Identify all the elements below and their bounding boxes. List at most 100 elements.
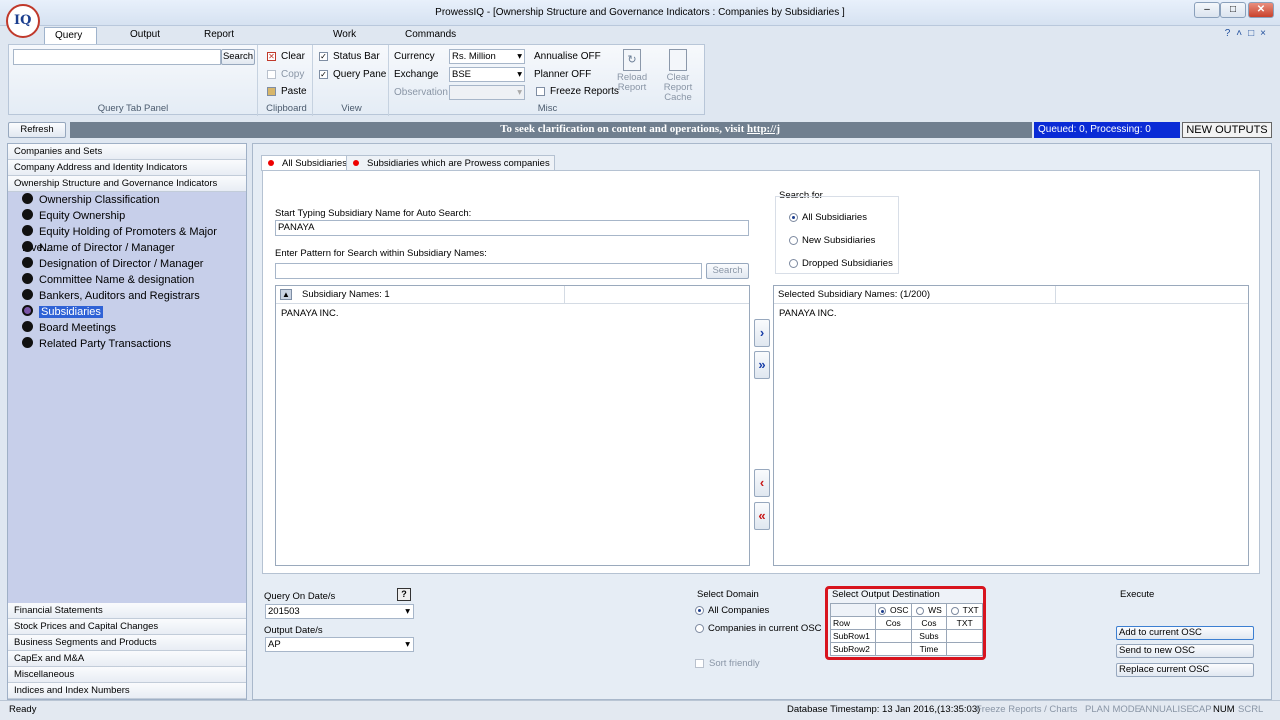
radio-all-companies[interactable]: All Companies — [695, 605, 769, 616]
radio-new-subsidiaries[interactable]: New Subsidiaries — [789, 235, 875, 246]
sort-friendly-checkbox[interactable]: Sort friendly — [695, 658, 760, 669]
replace-current-osc-button[interactable]: Replace current OSC — [1116, 663, 1254, 677]
sidebar-item-related-party[interactable]: Related Party Transactions — [22, 336, 171, 352]
sidebar-section-address[interactable]: Company Address and Identity Indicators — [8, 160, 246, 176]
mdi-controls[interactable]: ?˄□× — [1225, 28, 1272, 39]
sidebar-item-equity-ownership[interactable]: Equity Ownership — [22, 208, 125, 224]
paste-button[interactable]: Paste — [267, 86, 307, 97]
sidebar-section-ownership[interactable]: Ownership Structure and Governance Indic… — [8, 176, 246, 192]
reload-report-button[interactable]: ↻ Reload Report — [617, 49, 647, 93]
tab-output-view[interactable]: Output View — [120, 27, 170, 56]
tab-report-viewer[interactable]: Report Viewer/Chart Plotter — [194, 27, 272, 72]
pattern-input[interactable] — [275, 263, 702, 279]
query-date-select[interactable]: 201503 ▾ — [265, 604, 414, 619]
sidebar-section-indices[interactable]: Indices and Index Numbers — [8, 683, 246, 699]
observation-select[interactable]: ▾ — [449, 85, 525, 100]
banner-link[interactable]: http://j — [747, 123, 780, 135]
restore-icon[interactable]: □ — [1248, 28, 1260, 39]
red-dot-icon — [268, 160, 274, 166]
chevron-down-icon: ▾ — [517, 69, 522, 80]
tab-work-sheet[interactable]: Work Sheet — [323, 27, 369, 56]
radio-current-osc[interactable]: Companies in current OSC — [695, 623, 822, 634]
num-flag: NUM — [1213, 704, 1235, 715]
query-date-label: Query On Date/s — [264, 591, 336, 602]
sidebar-item-director-designation[interactable]: Designation of Director / Manager — [22, 256, 203, 272]
planner-toggle[interactable]: Planner OFF — [534, 69, 591, 80]
banner-text: To seek clarification on content and ope… — [500, 123, 745, 135]
currency-label: Currency — [394, 51, 435, 62]
tab-commands-history[interactable]: Commands History and Planner — [395, 27, 466, 72]
query-search-input[interactable] — [13, 49, 221, 65]
sidebar-item-director-name[interactable]: Name of Director / Manager — [22, 240, 175, 256]
radio-txt[interactable]: TXT — [946, 603, 983, 617]
tab-all-subsidiaries[interactable]: All Subsidiaries — [261, 155, 352, 171]
sidebar-section-financial[interactable]: Financial Statements — [8, 603, 246, 619]
help-icon[interactable]: ? — [397, 588, 411, 601]
close-button[interactable]: ✕ — [1248, 2, 1274, 18]
subsidiary-list[interactable]: ▲ Subsidiary Names: 1 PANAYA INC. — [275, 285, 750, 566]
chevron-up-icon[interactable]: ˄ — [1236, 28, 1248, 39]
new-outputs-button[interactable]: NEW OUTPUTS — [1182, 122, 1272, 138]
output-date-select[interactable]: AP ▾ — [265, 637, 414, 652]
reload-icon: ↻ — [623, 49, 641, 71]
bullet-icon — [22, 193, 33, 204]
exchange-select[interactable]: BSE ▾ — [449, 67, 525, 82]
add-to-current-osc-button[interactable]: Add to current OSC — [1116, 626, 1254, 640]
radio-osc[interactable]: OSC — [874, 603, 912, 617]
sidebar-item-equity-holding[interactable]: Equity Holding of Promoters & Major Inve… — [22, 224, 246, 254]
group-label: Query Tab Panel — [97, 103, 169, 114]
sidebar-item-committee[interactable]: Committee Name & designation — [22, 272, 194, 288]
status-bar-checkbox[interactable]: ✓ Status Bar — [319, 51, 380, 62]
tab-query-builder[interactable]: Query Builder — [44, 27, 98, 57]
bullet-icon — [22, 257, 33, 268]
query-pane-checkbox[interactable]: ✓ Query Pane — [319, 69, 386, 80]
radio-dropped-subsidiaries[interactable]: Dropped Subsidiaries — [789, 258, 893, 269]
help-icon[interactable]: ? — [1225, 28, 1237, 39]
tab-prowess-subsidiaries[interactable]: Subsidiaries which are Prowess companies — [346, 155, 555, 171]
list-item[interactable]: PANAYA INC. — [281, 308, 339, 319]
sidebar-item-board-meetings[interactable]: Board Meetings — [22, 320, 116, 336]
restore-button[interactable]: □ — [1220, 2, 1246, 18]
sidebar-section-capex[interactable]: CapEx and M&A — [8, 651, 246, 667]
radio-all-subsidiaries[interactable]: All Subsidiaries — [789, 212, 867, 223]
currency-select[interactable]: Rs. Million ▾ — [449, 49, 525, 64]
annualise-toggle[interactable]: Annualise OFF — [534, 51, 601, 62]
info-banner: To seek clarification on content and ope… — [70, 122, 1032, 138]
autosearch-input[interactable]: PANAYA — [275, 220, 749, 236]
sidebar-item-ownership-classification[interactable]: Ownership Classification — [22, 192, 159, 208]
chevron-left-icon: ‹ — [759, 475, 765, 490]
freeze-reports-checkbox[interactable]: Freeze Reports — [536, 86, 619, 97]
minimize-button[interactable]: – — [1194, 2, 1220, 18]
sidebar-section-stock-prices[interactable]: Stock Prices and Capital Changes — [8, 619, 246, 635]
sidebar-section-segments[interactable]: Business Segments and Products — [8, 635, 246, 651]
bullet-icon — [22, 337, 33, 348]
chevron-down-icon: ▾ — [405, 606, 410, 617]
clear-report-cache-button[interactable]: Clear Report Cache — [653, 49, 703, 103]
radio-ws[interactable]: WS — [910, 603, 948, 617]
copy-button[interactable]: Copy — [267, 69, 304, 80]
query-search-button[interactable]: Search — [221, 49, 255, 65]
list-header: Selected Subsidiary Names: (1/200) — [774, 286, 1248, 304]
remove-one-button[interactable]: ‹ — [754, 469, 770, 497]
send-to-new-osc-button[interactable]: Send to new OSC — [1116, 644, 1254, 658]
remove-all-button[interactable]: « — [754, 502, 770, 530]
bullet-icon — [22, 321, 33, 332]
sidebar-section-companies[interactable]: Companies and Sets — [8, 144, 246, 160]
plan-mode-flag: PLAN MODE — [1085, 704, 1141, 715]
sidebar-section-misc[interactable]: Miscellaneous — [8, 667, 246, 683]
exchange-label: Exchange — [394, 69, 439, 80]
app-window: ProwessIQ - [Ownership Structure and Gov… — [0, 0, 1280, 720]
pattern-search-button[interactable]: Search — [706, 263, 749, 279]
add-all-button[interactable]: » — [754, 351, 770, 379]
refresh-button[interactable]: Refresh — [8, 122, 66, 138]
sidebar-item-bankers[interactable]: Bankers, Auditors and Registrars — [22, 288, 200, 304]
ribbon: Search Query Tab Panel ✕ Clear Copy Paste… — [8, 44, 705, 116]
sidebar-item-subsidiaries[interactable]: Subsidiaries — [22, 304, 103, 320]
selected-subsidiary-list[interactable]: Selected Subsidiary Names: (1/200) PANAY… — [773, 285, 1249, 566]
clear-button[interactable]: ✕ Clear — [267, 51, 305, 62]
sidebar: Companies and Sets Company Address and I… — [7, 143, 247, 700]
sort-up-icon[interactable]: ▲ — [280, 288, 292, 300]
close-icon[interactable]: × — [1260, 28, 1272, 39]
list-item[interactable]: PANAYA INC. — [779, 308, 837, 319]
add-one-button[interactable]: › — [754, 319, 770, 347]
